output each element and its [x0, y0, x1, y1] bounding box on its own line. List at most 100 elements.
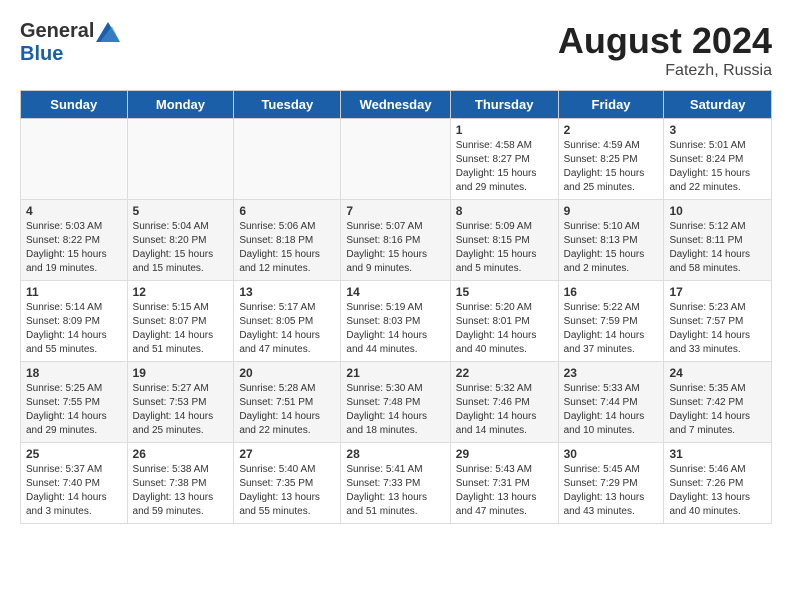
calendar-cell: 23Sunrise: 5:33 AM Sunset: 7:44 PM Dayli… — [558, 362, 664, 443]
day-number: 25 — [26, 447, 122, 461]
page-header: General Blue August 2024 Fatezh, Russia — [20, 20, 772, 80]
day-info: Sunrise: 5:19 AM Sunset: 8:03 PM Dayligh… — [346, 301, 444, 357]
day-info: Sunrise: 5:27 AM Sunset: 7:53 PM Dayligh… — [133, 382, 229, 438]
calendar-cell: 1Sunrise: 4:58 AM Sunset: 8:27 PM Daylig… — [450, 119, 558, 200]
day-info: Sunrise: 5:37 AM Sunset: 7:40 PM Dayligh… — [26, 463, 122, 519]
calendar-cell — [341, 119, 450, 200]
calendar-cell: 19 Sunrise: 5:27 AM Sunset: 7:53 PM Dayli… — [127, 362, 234, 443]
logo-general-text: General — [20, 20, 94, 43]
day-info: Sunrise: 5:35 AM Sunset: 7:42 PM Dayligh… — [669, 382, 766, 438]
weekday-header-row: SundayMondayTuesdayWednesdayThursdayFrid… — [21, 91, 772, 119]
day-number: 5 — [133, 204, 229, 218]
day-info: Sunrise: 5:06 AM Sunset: 8:18 PM Dayligh… — [239, 220, 335, 276]
day-info: Sunrise: 5:17 AM Sunset: 8:05 PM Dayligh… — [239, 301, 335, 357]
day-number: 17 — [669, 285, 766, 299]
day-number: 23 — [564, 366, 659, 380]
calendar-cell: 18 Sunrise: 5:25 AM Sunset: 7:55 PM Dayli… — [21, 362, 128, 443]
day-number: 14 — [346, 285, 444, 299]
calendar-cell: 27 Sunrise: 5:40 AM Sunset: 7:35 PM Dayli… — [234, 443, 341, 524]
day-info: Sunrise: 5:30 AM Sunset: 7:48 PM Dayligh… — [346, 382, 444, 438]
calendar-cell: 10Sunrise: 5:12 AM Sunset: 8:11 PM Dayli… — [664, 200, 772, 281]
calendar-cell — [21, 119, 128, 200]
calendar-cell: 31Sunrise: 5:46 AM Sunset: 7:26 PM Dayli… — [664, 443, 772, 524]
calendar-cell: 6Sunrise: 5:06 AM Sunset: 8:18 PM Daylig… — [234, 200, 341, 281]
weekday-header-sunday: Sunday — [21, 91, 128, 119]
day-info: Sunrise: 5:22 AM Sunset: 7:59 PM Dayligh… — [564, 301, 659, 357]
day-info: Sunrise: 5:10 AM Sunset: 8:13 PM Dayligh… — [564, 220, 659, 276]
day-info: Sunrise: 5:07 AM Sunset: 8:16 PM Dayligh… — [346, 220, 444, 276]
day-number: 18 — [26, 366, 122, 380]
day-number: 24 — [669, 366, 766, 380]
day-info: Sunrise: 5:25 AM Sunset: 7:55 PM Dayligh… — [26, 382, 122, 438]
day-info: Sunrise: 5:09 AM Sunset: 8:15 PM Dayligh… — [456, 220, 553, 276]
day-number: 22 — [456, 366, 553, 380]
calendar-cell: 28Sunrise: 5:41 AM Sunset: 7:33 PM Dayli… — [341, 443, 450, 524]
calendar-cell: 25 Sunrise: 5:37 AM Sunset: 7:40 PM Dayli… — [21, 443, 128, 524]
title-area: August 2024 Fatezh, Russia — [558, 20, 772, 80]
calendar-cell: 8 Sunrise: 5:09 AM Sunset: 8:15 PM Daylig… — [450, 200, 558, 281]
day-number: 13 — [239, 285, 335, 299]
day-number: 2 — [564, 123, 659, 137]
weekday-header-tuesday: Tuesday — [234, 91, 341, 119]
day-number: 19 — [133, 366, 229, 380]
day-info: Sunrise: 5:04 AM Sunset: 8:20 PM Dayligh… — [133, 220, 229, 276]
day-number: 29 — [456, 447, 553, 461]
day-number: 3 — [669, 123, 766, 137]
calendar-week-3: 11 Sunrise: 5:14 AM Sunset: 8:09 PM Dayli… — [21, 281, 772, 362]
weekday-header-thursday: Thursday — [450, 91, 558, 119]
weekday-header-wednesday: Wednesday — [341, 91, 450, 119]
location-text: Fatezh, Russia — [558, 62, 772, 80]
calendar-header: SundayMondayTuesdayWednesdayThursdayFrid… — [21, 91, 772, 119]
calendar-cell: 15Sunrise: 5:20 AM Sunset: 8:01 PM Dayli… — [450, 281, 558, 362]
calendar-cell: 26 Sunrise: 5:38 AM Sunset: 7:38 PM Dayli… — [127, 443, 234, 524]
day-info: Sunrise: 5:38 AM Sunset: 7:38 PM Dayligh… — [133, 463, 229, 519]
day-info: Sunrise: 4:59 AM Sunset: 8:25 PM Dayligh… — [564, 139, 659, 195]
day-number: 26 — [133, 447, 229, 461]
day-info: Sunrise: 5:23 AM Sunset: 7:57 PM Dayligh… — [669, 301, 766, 357]
day-info: Sunrise: 5:15 AM Sunset: 8:07 PM Dayligh… — [133, 301, 229, 357]
logo: General Blue — [20, 20, 120, 66]
calendar-cell: 30Sunrise: 5:45 AM Sunset: 7:29 PM Dayli… — [558, 443, 664, 524]
calendar-cell: 5 Sunrise: 5:04 AM Sunset: 8:20 PM Daylig… — [127, 200, 234, 281]
calendar-cell: 16Sunrise: 5:22 AM Sunset: 7:59 PM Dayli… — [558, 281, 664, 362]
day-info: Sunrise: 5:20 AM Sunset: 8:01 PM Dayligh… — [456, 301, 553, 357]
calendar-cell: 29Sunrise: 5:43 AM Sunset: 7:31 PM Dayli… — [450, 443, 558, 524]
day-number: 27 — [239, 447, 335, 461]
logo-blue-text: Blue — [20, 43, 63, 66]
logo-icon — [96, 22, 120, 42]
calendar-body: 1Sunrise: 4:58 AM Sunset: 8:27 PM Daylig… — [21, 119, 772, 524]
day-number: 30 — [564, 447, 659, 461]
day-number: 7 — [346, 204, 444, 218]
calendar-cell: 9Sunrise: 5:10 AM Sunset: 8:13 PM Daylig… — [558, 200, 664, 281]
day-number: 20 — [239, 366, 335, 380]
day-info: Sunrise: 5:40 AM Sunset: 7:35 PM Dayligh… — [239, 463, 335, 519]
calendar-cell: 7 Sunrise: 5:07 AM Sunset: 8:16 PM Daylig… — [341, 200, 450, 281]
day-info: Sunrise: 5:01 AM Sunset: 8:24 PM Dayligh… — [669, 139, 766, 195]
calendar-week-4: 18 Sunrise: 5:25 AM Sunset: 7:55 PM Dayli… — [21, 362, 772, 443]
calendar-week-1: 1Sunrise: 4:58 AM Sunset: 8:27 PM Daylig… — [21, 119, 772, 200]
calendar-cell: 4Sunrise: 5:03 AM Sunset: 8:22 PM Daylig… — [21, 200, 128, 281]
calendar-week-2: 4Sunrise: 5:03 AM Sunset: 8:22 PM Daylig… — [21, 200, 772, 281]
day-info: Sunrise: 5:14 AM Sunset: 8:09 PM Dayligh… — [26, 301, 122, 357]
calendar-cell: 21 Sunrise: 5:30 AM Sunset: 7:48 PM Dayli… — [341, 362, 450, 443]
calendar-cell: 11 Sunrise: 5:14 AM Sunset: 8:09 PM Dayli… — [21, 281, 128, 362]
calendar-cell — [127, 119, 234, 200]
calendar-cell: 24 Sunrise: 5:35 AM Sunset: 7:42 PM Dayli… — [664, 362, 772, 443]
calendar-cell: 22 Sunrise: 5:32 AM Sunset: 7:46 PM Dayli… — [450, 362, 558, 443]
day-number: 31 — [669, 447, 766, 461]
day-number: 11 — [26, 285, 122, 299]
calendar-cell: 13 Sunrise: 5:17 AM Sunset: 8:05 PM Dayli… — [234, 281, 341, 362]
day-number: 21 — [346, 366, 444, 380]
day-number: 8 — [456, 204, 553, 218]
weekday-header-monday: Monday — [127, 91, 234, 119]
day-info: Sunrise: 4:58 AM Sunset: 8:27 PM Dayligh… — [456, 139, 553, 195]
month-year-title: August 2024 — [558, 20, 772, 62]
calendar-cell: 3 Sunrise: 5:01 AM Sunset: 8:24 PM Daylig… — [664, 119, 772, 200]
day-number: 4 — [26, 204, 122, 218]
day-info: Sunrise: 5:32 AM Sunset: 7:46 PM Dayligh… — [456, 382, 553, 438]
calendar-week-5: 25 Sunrise: 5:37 AM Sunset: 7:40 PM Dayli… — [21, 443, 772, 524]
calendar-cell: 17 Sunrise: 5:23 AM Sunset: 7:57 PM Dayli… — [664, 281, 772, 362]
day-info: Sunrise: 5:41 AM Sunset: 7:33 PM Dayligh… — [346, 463, 444, 519]
day-number: 10 — [669, 204, 766, 218]
calendar-table: SundayMondayTuesdayWednesdayThursdayFrid… — [20, 90, 772, 524]
